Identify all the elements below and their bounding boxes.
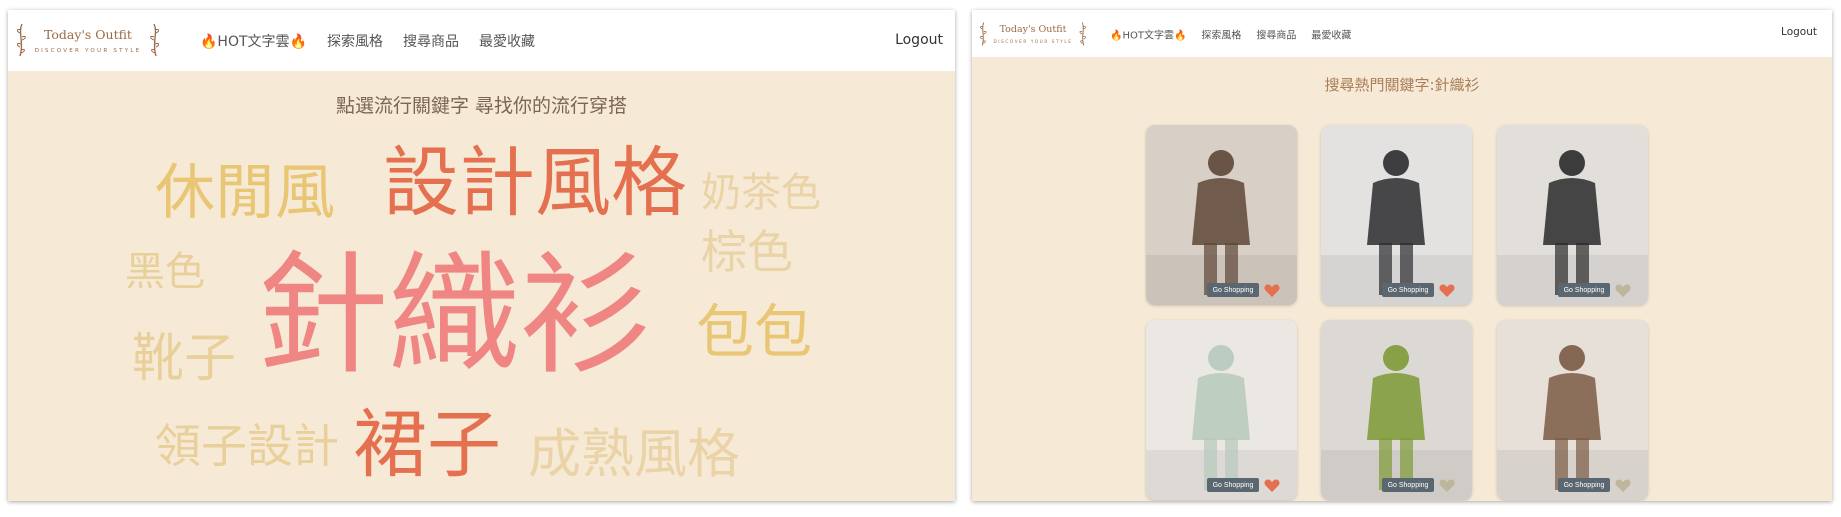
logout-link[interactable]: Logout — [895, 32, 943, 48]
product-card[interactable]: Go Shopping — [1321, 125, 1472, 305]
favorite-heart-icon[interactable] — [1264, 283, 1280, 298]
brand-title: Today's Outfit — [44, 26, 132, 42]
favorite-heart-icon[interactable] — [1615, 478, 1631, 493]
nav-explore-style[interactable]: 探索風格 — [327, 31, 383, 51]
product-card[interactable]: Go Shopping — [1146, 125, 1297, 305]
product-card[interactable]: Go Shopping — [1321, 320, 1472, 500]
keyword-brown[interactable]: 棕色 — [701, 229, 793, 275]
left-branch-icon — [17, 23, 26, 57]
brand-text: Today's Outfit DISCOVER YOUR STYLE — [28, 27, 148, 54]
keyword-skirt[interactable]: 裙子 — [353, 408, 501, 482]
logout-link[interactable]: Logout — [1781, 26, 1817, 38]
product-card[interactable]: Go Shopping — [1497, 320, 1648, 500]
nav-hot-wordcloud[interactable]: 🔥HOT文字雲🔥 — [200, 31, 307, 51]
go-shopping-button[interactable]: Go Shopping — [1382, 283, 1434, 297]
outfit-photo — [1321, 150, 1472, 305]
go-shopping-button[interactable]: Go Shopping — [1558, 478, 1610, 492]
search-results-window: Today's Outfit DISCOVER YOUR STYLE 🔥HOT文… — [972, 10, 1832, 501]
nav-menu: 🔥HOT文字雲🔥 探索風格 搜尋商品 最愛收藏 — [200, 31, 535, 51]
keyword-collar-design[interactable]: 領子設計 — [155, 423, 339, 469]
favorite-heart-icon[interactable] — [1264, 478, 1280, 493]
favorite-heart-icon[interactable] — [1615, 283, 1631, 298]
keyword-black[interactable]: 黑色 — [125, 252, 205, 292]
nav-favorites[interactable]: 最愛收藏 — [1311, 27, 1351, 42]
nav-hot-wordcloud[interactable]: 🔥HOT文字雲🔥 — [1110, 27, 1186, 42]
nav-favorites[interactable]: 最愛收藏 — [479, 31, 535, 51]
nav-explore-style[interactable]: 探索風格 — [1201, 27, 1241, 42]
go-shopping-button[interactable]: Go Shopping — [1207, 283, 1259, 297]
top-navbar: Today's Outfit DISCOVER YOUR STYLE 🔥HOT文… — [972, 10, 1832, 57]
nav-search-products[interactable]: 搜尋商品 — [1256, 27, 1296, 42]
left-branch-icon — [980, 22, 987, 46]
brand-logo[interactable]: Today's Outfit DISCOVER YOUR STYLE — [978, 19, 1088, 49]
word-cloud-title: 點選流行關鍵字 尋找你的流行穿搭 — [335, 95, 628, 117]
keyword-boots[interactable]: 靴子 — [132, 333, 236, 385]
keyword-design-style[interactable]: 設計風格 — [383, 145, 687, 221]
nav-menu: 🔥HOT文字雲🔥 探索風格 搜尋商品 最愛收藏 — [1110, 27, 1351, 42]
keyword-milk-tea-color[interactable]: 奶茶色 — [701, 173, 821, 213]
word-cloud-window: Today's Outfit DISCOVER YOUR STYLE 🔥HOT文… — [8, 10, 955, 501]
top-navbar: Today's Outfit DISCOVER YOUR STYLE 🔥HOT文… — [8, 10, 955, 71]
product-card[interactable]: Go Shopping — [1146, 320, 1297, 500]
favorite-heart-icon[interactable] — [1439, 283, 1455, 298]
brand-logo[interactable]: Today's Outfit DISCOVER YOUR STYLE — [14, 20, 162, 60]
favorite-heart-icon[interactable] — [1439, 478, 1455, 493]
outfit-photo — [1497, 150, 1648, 305]
keyword-casual[interactable]: 休閒風 — [155, 163, 335, 223]
keyword-bag[interactable]: 包包 — [696, 303, 812, 361]
keyword-mature-style[interactable]: 成熟風格 — [528, 428, 740, 481]
right-branch-icon — [150, 23, 159, 57]
keyword-sweater[interactable]: 針織衫 — [256, 250, 652, 382]
brand-text: Today's Outfit DISCOVER YOUR STYLE — [988, 24, 1078, 44]
outfit-photo — [1146, 150, 1297, 305]
outfit-photo — [1321, 345, 1472, 500]
go-shopping-button[interactable]: Go Shopping — [1207, 478, 1259, 492]
outfit-photo — [1146, 345, 1297, 500]
go-shopping-button[interactable]: Go Shopping — [1382, 478, 1434, 492]
brand-title: Today's Outfit — [999, 24, 1067, 35]
right-branch-icon — [1079, 22, 1086, 46]
nav-search-products[interactable]: 搜尋商品 — [403, 31, 459, 51]
brand-subtitle: DISCOVER YOUR STYLE — [993, 39, 1073, 44]
outfit-photo — [1497, 345, 1648, 500]
search-result-title: 搜尋熱門關鍵字:針織衫 — [1324, 76, 1480, 94]
brand-subtitle: DISCOVER YOUR STYLE — [34, 47, 142, 54]
product-card[interactable]: Go Shopping — [1497, 125, 1648, 305]
go-shopping-button[interactable]: Go Shopping — [1558, 283, 1610, 297]
